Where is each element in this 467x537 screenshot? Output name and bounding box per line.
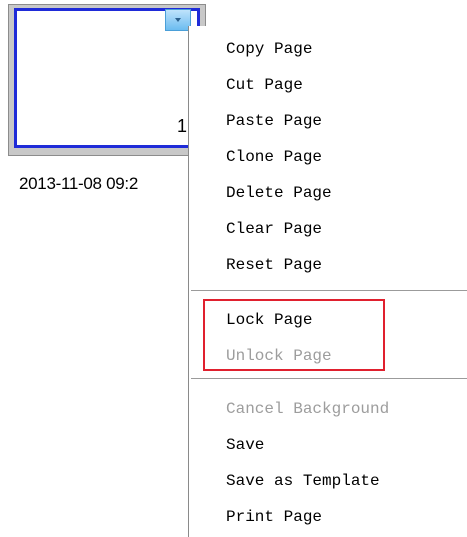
context-menu: Copy Page Cut Page Paste Page Clone Page… [188, 26, 467, 537]
menu-item-delete-page[interactable]: Delete Page [226, 180, 332, 206]
menu-item-clear-page[interactable]: Clear Page [226, 216, 322, 242]
chevron-down-icon [175, 18, 181, 22]
menu-item-paste-page[interactable]: Paste Page [226, 108, 322, 134]
page-number: 1 [176, 116, 187, 136]
menu-separator [191, 378, 467, 380]
menu-item-copy-page[interactable]: Copy Page [226, 36, 312, 62]
menu-item-unlock-page: Unlock Page [226, 347, 332, 365]
menu-item-reset-page[interactable]: Reset Page [226, 252, 322, 278]
menu-item-lock-page[interactable]: Lock Page [226, 307, 312, 333]
canvas: 1 2013-11-08 09:2 Copy Page Cut Page Pas… [0, 0, 467, 537]
page-timestamp: 2013-11-08 09:2 [19, 174, 139, 193]
menu-item-cut-page[interactable]: Cut Page [226, 72, 303, 98]
menu-item-clone-page[interactable]: Clone Page [226, 144, 322, 170]
menu-item-cancel-background: Cancel Background [226, 400, 390, 418]
menu-separator [191, 290, 467, 292]
menu-item-save-as-template[interactable]: Save as Template [226, 468, 380, 494]
menu-item-save[interactable]: Save [226, 432, 264, 458]
menu-item-print-page[interactable]: Print Page [226, 504, 322, 530]
